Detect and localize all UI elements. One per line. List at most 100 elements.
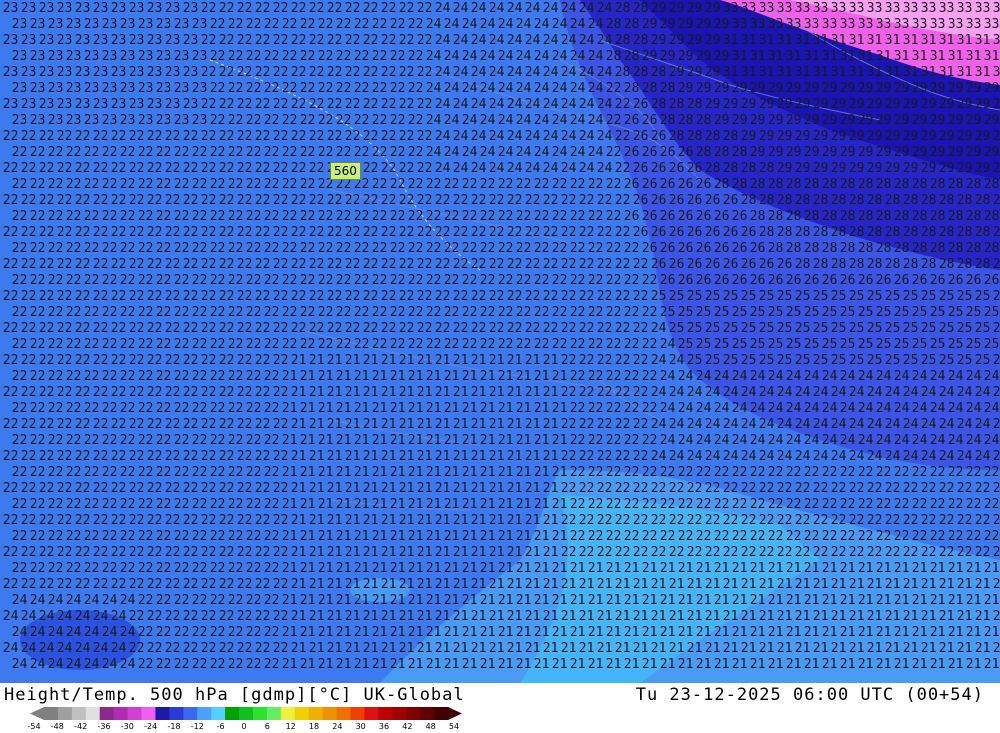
grid-value: 22 [156,369,172,384]
grid-value: 24 [561,97,577,112]
grid-value: 22 [174,625,190,640]
grid-value: 22 [93,513,109,528]
grid-value: 22 [228,433,244,448]
grid-value: 21 [678,625,694,640]
grid-value: 26 [948,273,964,288]
grid-value: 21 [426,433,442,448]
grid-value: 21 [327,481,343,496]
grid-value: 24 [903,417,919,432]
grid-value: 22 [48,145,64,160]
grid-value: 21 [570,561,586,576]
grid-value: 22 [282,17,298,32]
grid-value: 28 [732,177,748,192]
grid-value: 21 [930,561,946,576]
grid-value: 29 [642,17,658,32]
grid-value: 22 [93,577,109,592]
grid-value: 22 [381,129,397,144]
grid-value: 21 [408,593,424,608]
grid-value: 22 [498,177,514,192]
grid-value: 25 [885,289,901,304]
grid-value: 25 [894,337,910,352]
grid-value: 22 [399,257,415,272]
grid-value: 23 [66,49,82,64]
grid-value: 21 [471,545,487,560]
grid-value: 24 [453,65,469,80]
grid-value: 26 [876,273,892,288]
grid-value: 21 [444,497,460,512]
grid-value: 24 [732,433,748,448]
grid-value: 22 [489,289,505,304]
grid-value: 22 [777,481,793,496]
grid-value: 22 [327,193,343,208]
grid-value: 24 [984,369,1000,384]
grid-value: 22 [138,241,154,256]
grid-value: 24 [669,417,685,432]
grid-value: 22 [210,561,226,576]
grid-value: 28 [984,241,1000,256]
grid-value: 24 [597,33,613,48]
grid-value: 21 [354,561,370,576]
grid-value: 25 [867,289,883,304]
grid-value: 22 [129,449,145,464]
grid-value: 29 [813,129,829,144]
grid-value: 24 [687,449,703,464]
grid-value: 22 [381,33,397,48]
grid-value: 21 [498,529,514,544]
grid-value: 28 [948,177,964,192]
grid-value: 28 [804,209,820,224]
grid-value: 22 [363,321,379,336]
grid-value: 22 [633,417,649,432]
grid-value: 21 [516,657,532,672]
grid-value: 21 [615,641,631,656]
grid-value: 24 [759,385,775,400]
grid-value: 28 [750,209,766,224]
grid-value: 22 [246,625,262,640]
grid-value: 24 [804,401,820,416]
grid-value: 24 [525,1,541,16]
grid-value: 29 [876,81,892,96]
grid-value: 22 [21,385,37,400]
grid-value: 22 [849,545,865,560]
grid-value: 33 [957,1,973,16]
grid-value: 22 [147,193,163,208]
grid-value: 24 [651,417,667,432]
grid-value: 26 [624,113,640,128]
grid-value: 22 [237,321,253,336]
grid-value: 22 [183,321,199,336]
grid-value: 24 [453,97,469,112]
grid-value: 22 [210,49,226,64]
scale-tick-label: -12 [191,722,204,731]
grid-value: 22 [201,193,217,208]
grid-value: 31 [741,33,757,48]
grid-value: 22 [57,161,73,176]
grid-value: 22 [534,273,550,288]
grid-value: 24 [30,593,46,608]
grid-value: 23 [111,65,127,80]
grid-value: 22 [237,257,253,272]
grid-value: 22 [237,577,253,592]
grid-value: 22 [435,289,451,304]
grid-value: 22 [372,241,388,256]
grid-value: 22 [570,465,586,480]
grid-value: 29 [903,161,919,176]
grid-value: 29 [849,97,865,112]
grid-value: 22 [570,529,586,544]
grid-value: 23 [174,113,190,128]
grid-value: 22 [30,177,46,192]
grid-value: 26 [786,273,802,288]
grid-value: 22 [12,433,28,448]
grid-value: 24 [489,161,505,176]
grid-value: 28 [759,225,775,240]
grid-value: 33 [975,1,991,16]
grid-value: 22 [498,241,514,256]
grid-value: 22 [255,257,271,272]
grid-value: 21 [426,593,442,608]
grid-value: 22 [39,417,55,432]
grid-value: 22 [120,273,136,288]
grid-value: 21 [858,561,874,576]
grid-value: 22 [813,545,829,560]
grid-value: 24 [453,1,469,16]
grid-value: 22 [48,177,64,192]
grid-value: 22 [183,545,199,560]
grid-value: 22 [282,81,298,96]
